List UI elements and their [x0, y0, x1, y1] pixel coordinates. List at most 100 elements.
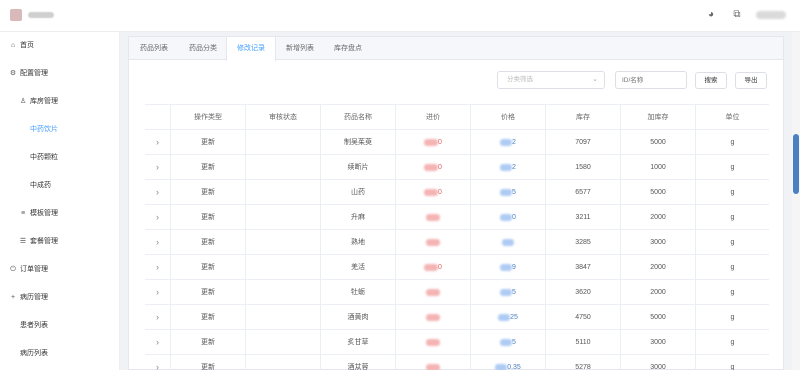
tab-change-log[interactable]: 修改记录 — [226, 37, 276, 61]
audit-status-cell — [245, 305, 320, 330]
stock-cell: 3285 — [545, 230, 620, 255]
theme-icon[interactable]: ◕ — [705, 9, 717, 21]
expand-row-button[interactable]: › — [145, 330, 170, 355]
add-stock-cell: 3000 — [620, 355, 695, 370]
sidebar-item-herbal-granules[interactable]: 中药颗粒 — [0, 144, 120, 172]
expand-row-button[interactable]: › — [145, 205, 170, 230]
sidebar-item-orders[interactable]: ⏻ 订单管理 — [0, 256, 120, 284]
sidebar-item-label: 配置管理 — [20, 70, 48, 77]
tab-drug-list[interactable]: 药品列表 — [129, 37, 179, 60]
op-type-cell: 更新 — [170, 155, 245, 180]
chevron-right-icon: › — [156, 362, 159, 370]
sidebar-item-patent-medicine[interactable]: 中成药 — [0, 172, 120, 200]
sidebar-item-label: 患者列表 — [20, 322, 48, 329]
expand-row-button[interactable]: › — [145, 255, 170, 280]
category-filter-select[interactable]: 分类筛选 ⌄ — [497, 71, 605, 89]
page-scrollbar[interactable] — [792, 32, 800, 370]
sidebar-item-label: 套餐管理 — [30, 238, 58, 245]
sidebar-item-home[interactable]: ⌂ 首页 — [0, 32, 120, 60]
table-row: › 更新 熟地 3285 3000 g — [145, 230, 769, 255]
add-stock-cell: 5000 — [620, 180, 695, 205]
chevron-down-icon: ⌄ — [592, 76, 598, 83]
op-type-cell: 更新 — [170, 280, 245, 305]
price-visible-digit: 5 — [512, 189, 516, 196]
sidebar-item-config[interactable]: ⚙ 配置管理 — [0, 60, 120, 88]
unit-cell: g — [695, 280, 769, 305]
add-stock-cell: 2000 — [620, 255, 695, 280]
sidebar-item-label: 中成药 — [30, 182, 51, 189]
cost-redacted — [426, 238, 440, 246]
tab-new-list[interactable]: 新增列表 — [276, 37, 324, 60]
expand-row-button[interactable]: › — [145, 230, 170, 255]
sidebar-item-label: 订单管理 — [20, 266, 48, 273]
export-button[interactable]: 导出 — [735, 72, 767, 89]
table-header: 操作类型 审核状态 药品名称 进价 价格 库存 加库存 单位 — [145, 105, 769, 130]
tab-stocktake[interactable]: 库存盘点 — [324, 37, 372, 60]
expand-row-button[interactable]: › — [145, 280, 170, 305]
table-row: › 更新 酒苁蓉 0.35 5278 3000 g — [145, 355, 769, 370]
app-name-redacted — [28, 12, 54, 18]
unit-cell: g — [695, 255, 769, 280]
app-logo — [10, 9, 22, 21]
cost-cell — [395, 355, 470, 370]
drug-name-cell: 山药 — [320, 180, 395, 205]
chevron-right-icon: › — [156, 337, 159, 347]
op-type-cell: 更新 — [170, 180, 245, 205]
price-redacted — [500, 263, 513, 271]
cost-cell: 0 — [395, 130, 470, 155]
sidebar-item-label: 病历列表 — [20, 350, 48, 357]
sidebar-item-patients[interactable]: 患者列表 — [0, 312, 120, 340]
sidebar-item-herbal-pieces[interactable]: 中药饮片 — [0, 116, 120, 144]
stock-cell: 6577 — [545, 180, 620, 205]
price-cell: 0.35 — [470, 355, 545, 370]
expand-row-button[interactable]: › — [145, 155, 170, 180]
sidebar-item-packages[interactable]: ☰ 套餐管理 — [0, 228, 120, 256]
expand-row-button[interactable]: › — [145, 355, 170, 370]
drug-name-cell: 升麻 — [320, 205, 395, 230]
cost-redacted — [424, 138, 439, 146]
sidebar-item-label: 模板管理 — [30, 210, 58, 217]
user-icon: ♙ — [19, 98, 27, 105]
table-row: › 更新 牡蛎 5 3620 2000 g — [145, 280, 769, 305]
expand-row-button[interactable]: › — [145, 180, 170, 205]
search-input[interactable] — [615, 71, 687, 89]
cost-cell: 0 — [395, 155, 470, 180]
chevron-right-icon: › — [156, 312, 159, 322]
expand-row-button[interactable]: › — [145, 130, 170, 155]
sidebar-item-label: 中药颗粒 — [30, 154, 58, 161]
scrollbar-thumb[interactable] — [793, 134, 799, 194]
sidebar-item-warehouse[interactable]: ♙ 库房管理 — [0, 88, 120, 116]
cost-visible-digit: 0 — [438, 164, 442, 171]
expand-row-button[interactable]: › — [145, 305, 170, 330]
sidebar-item-label: 首页 — [20, 42, 34, 49]
stock-cell: 1580 — [545, 155, 620, 180]
table-row: › 更新 羌活 0 9 3847 2000 g — [145, 255, 769, 280]
home-icon: ⌂ — [10, 42, 16, 49]
price-visible-digit: 2 — [512, 164, 516, 171]
user-name-redacted[interactable] — [756, 11, 786, 19]
unit-cell: g — [695, 305, 769, 330]
search-button[interactable]: 搜索 — [695, 72, 727, 89]
language-icon[interactable]: ⧉ — [731, 9, 743, 21]
sidebar-item-templates[interactable]: ≡ 模板管理 — [0, 200, 120, 228]
add-stock-cell: 3000 — [620, 230, 695, 255]
audit-status-cell — [245, 155, 320, 180]
sidebar-item-record-list[interactable]: 病历列表 — [0, 340, 120, 368]
col-unit: 单位 — [695, 105, 769, 130]
add-stock-cell: 5000 — [620, 130, 695, 155]
chevron-right-icon: › — [156, 212, 159, 222]
cost-redacted — [426, 363, 440, 370]
price-visible-digit: 0.35 — [507, 364, 521, 370]
sidebar-item-records[interactable]: + 病历管理 — [0, 284, 120, 312]
price-redacted — [500, 338, 513, 346]
top-bar: ◕ ⧉ — [0, 0, 800, 32]
table-row: › 更新 续断片 0 2 1580 1000 g — [145, 155, 769, 180]
drug-name-cell: 续断片 — [320, 155, 395, 180]
op-type-cell: 更新 — [170, 355, 245, 370]
stock-cell: 5278 — [545, 355, 620, 370]
tab-drug-category[interactable]: 药品分类 — [179, 37, 227, 60]
op-type-cell: 更新 — [170, 205, 245, 230]
price-redacted — [500, 188, 513, 196]
cost-cell: 0 — [395, 180, 470, 205]
drug-name-cell: 酒苁蓉 — [320, 355, 395, 370]
